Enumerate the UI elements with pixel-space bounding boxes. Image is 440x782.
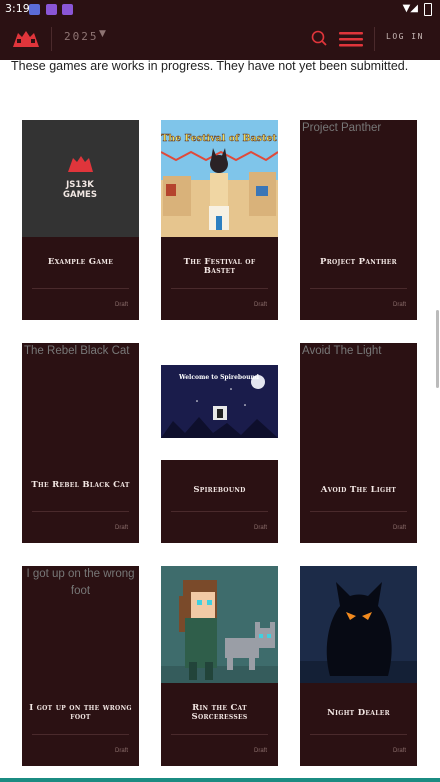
- status-label: Draft: [253, 302, 267, 308]
- game-info: I got up on the wrong foot Draft: [22, 683, 139, 766]
- game-title[interactable]: The Rebel Black Cat: [28, 481, 133, 490]
- notification-app-icon: [62, 4, 73, 15]
- bottom-accent-bar: [0, 778, 440, 782]
- login-link[interactable]: LOG IN: [386, 32, 424, 41]
- game-card[interactable]: Avoid The Light Avoid The Light Draft: [300, 343, 417, 543]
- status-time: 3:19: [5, 2, 30, 15]
- card-divider: [32, 511, 129, 512]
- status-bar: 3:19 ▼◢: [0, 0, 440, 18]
- status-label: Draft: [114, 748, 128, 754]
- broken-image-alt: Project Panther: [302, 122, 382, 134]
- header-divider: [374, 27, 375, 51]
- chevron-down-icon[interactable]: ▼: [99, 29, 106, 39]
- game-thumbnail: Welcome to Spirebound: [161, 343, 278, 460]
- game-title[interactable]: Example Game: [28, 258, 133, 267]
- status-label: Draft: [114, 302, 128, 308]
- game-title[interactable]: Rin the Cat Sorceresses: [167, 704, 272, 722]
- game-card[interactable]: JS13K GAMES Example Game Draft: [22, 120, 139, 320]
- game-card[interactable]: Project Panther Project Panther Draft: [300, 120, 417, 320]
- game-card[interactable]: Night Dealer Draft: [300, 566, 417, 766]
- game-thumbnail: [161, 566, 278, 683]
- game-thumbnail: The Festival of Bastet: [161, 120, 278, 237]
- status-label: Draft: [114, 525, 128, 531]
- status-label: Draft: [392, 525, 406, 531]
- year-selector[interactable]: 2025: [64, 30, 99, 43]
- banner-text: Welcome to Spirebound: [178, 374, 260, 381]
- game-card[interactable]: Rin the Cat Sorceresses Draft: [161, 566, 278, 766]
- status-label: Draft: [253, 525, 267, 531]
- site-header: 2025 ▼ LOG IN: [0, 18, 440, 60]
- card-divider: [310, 288, 407, 289]
- status-label: Draft: [392, 748, 406, 754]
- game-title[interactable]: Project Panther: [306, 258, 411, 267]
- header-divider: [51, 27, 52, 51]
- game-info: Example Game Draft: [22, 237, 139, 320]
- game-thumbnail: JS13K GAMES: [22, 120, 139, 237]
- game-thumbnail: I got up on the wrong foot: [22, 566, 139, 683]
- logo-text: GAMES: [63, 190, 97, 200]
- game-info: Project Panther Draft: [300, 237, 417, 320]
- broken-image-alt: Avoid The Light: [302, 345, 382, 357]
- card-divider: [32, 734, 129, 735]
- battery-icon: [424, 3, 432, 16]
- page-scrollbar[interactable]: [436, 310, 439, 388]
- game-card[interactable]: The Festival of Bastet The Festival of B…: [161, 120, 278, 320]
- card-divider: [171, 734, 268, 735]
- card-divider: [32, 288, 129, 289]
- game-thumbnail: Avoid The Light: [300, 343, 417, 460]
- game-info: The Rebel Black Cat Draft: [22, 460, 139, 543]
- game-thumbnail: The Rebel Black Cat: [22, 343, 139, 460]
- game-title[interactable]: The Festival of Bastet: [167, 258, 272, 276]
- card-divider: [310, 511, 407, 512]
- intro-text: These games are works in progress. They …: [11, 59, 409, 73]
- notification-app-icon: [46, 4, 57, 15]
- game-title[interactable]: I got up on the wrong foot: [28, 704, 133, 722]
- game-title[interactable]: Spirebound: [167, 486, 272, 495]
- game-info: Rin the Cat Sorceresses Draft: [161, 683, 278, 766]
- status-label: Draft: [253, 748, 267, 754]
- game-card[interactable]: I got up on the wrong foot I got up on t…: [22, 566, 139, 766]
- broken-image-alt: I got up on the wrong foot: [26, 568, 135, 597]
- logo-text: JS13K: [65, 180, 94, 190]
- notification-app-icon: [29, 4, 40, 15]
- game-card[interactable]: Welcome to Spirebound Spirebound Draft: [161, 343, 278, 543]
- game-info: Night Dealer Draft: [300, 683, 417, 766]
- broken-image-alt: The Rebel Black Cat: [24, 345, 130, 357]
- card-divider: [171, 511, 268, 512]
- search-icon[interactable]: [311, 30, 327, 46]
- game-card[interactable]: The Rebel Black Cat The Rebel Black Cat …: [22, 343, 139, 543]
- game-title[interactable]: Avoid The Light: [306, 486, 411, 495]
- js13k-logo-icon[interactable]: [10, 27, 42, 51]
- status-label: Draft: [392, 302, 406, 308]
- game-info: The Festival of Bastet Draft: [161, 237, 278, 320]
- banner-text: The Festival of Bastet: [161, 133, 277, 144]
- game-title[interactable]: Night Dealer: [306, 709, 411, 718]
- card-divider: [171, 288, 268, 289]
- game-info: Avoid The Light Draft: [300, 460, 417, 543]
- hamburger-menu-icon[interactable]: [339, 31, 363, 47]
- card-divider: [310, 734, 407, 735]
- game-thumbnail: [300, 566, 417, 683]
- game-thumbnail: Project Panther: [300, 120, 417, 237]
- game-info: Spirebound Draft: [161, 460, 278, 543]
- wifi-signal-icon: ▼◢: [402, 3, 418, 14]
